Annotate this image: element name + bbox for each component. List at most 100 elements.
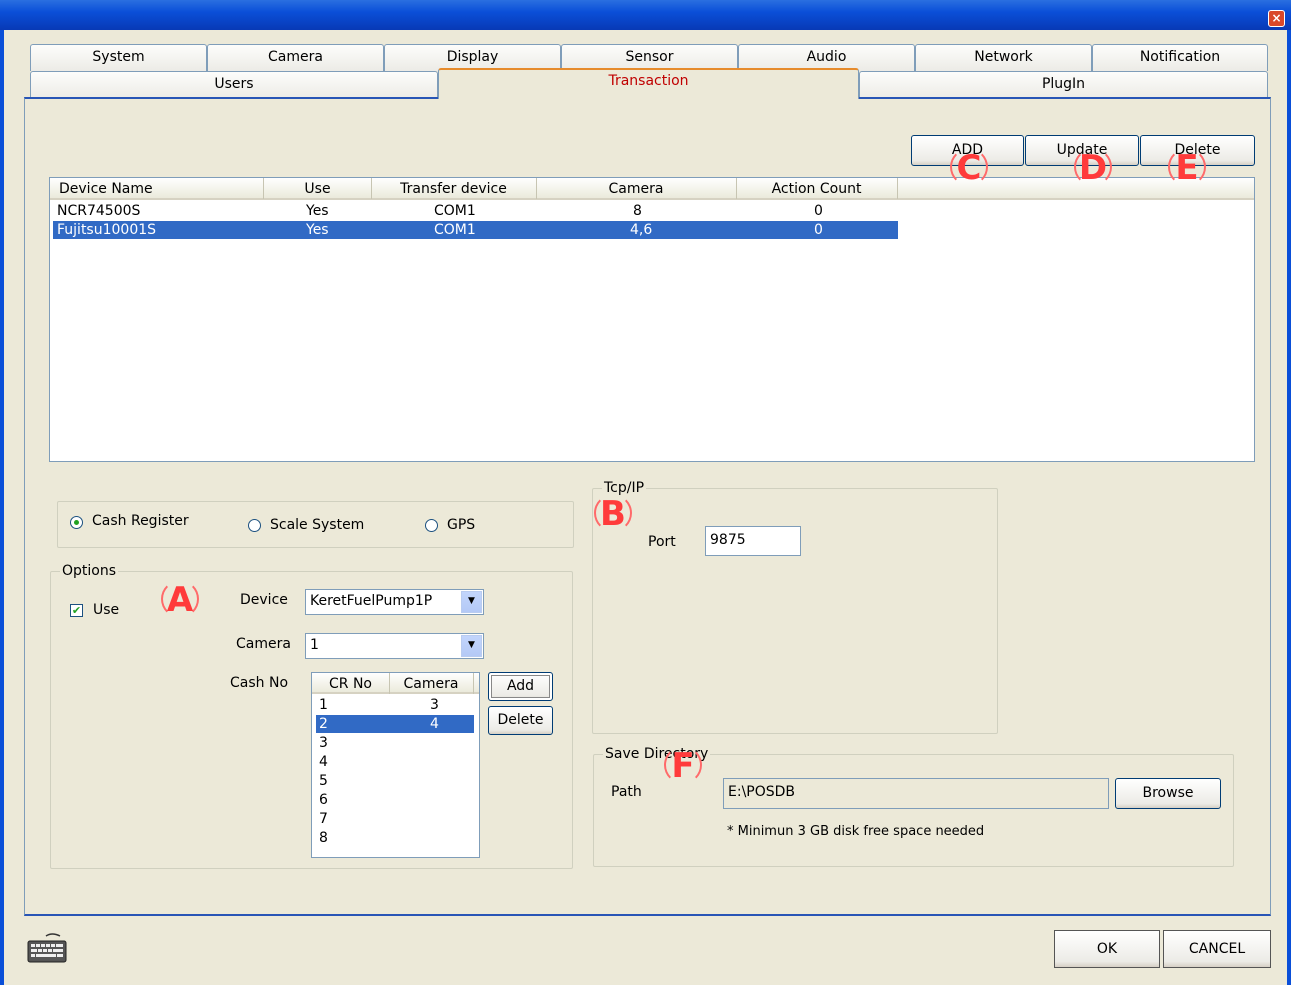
cancel-button[interactable]: CANCEL xyxy=(1163,930,1271,968)
device-select-value: KeretFuelPump1P xyxy=(310,593,433,609)
tab-label: System xyxy=(92,49,145,65)
col-transfer-device[interactable]: Transfer device xyxy=(371,178,537,199)
close-icon: × xyxy=(1271,11,1282,25)
tab-label: Notification xyxy=(1139,49,1221,65)
list-item[interactable]: 4 xyxy=(316,753,474,771)
device-select[interactable]: KeretFuelPump1P ▼ xyxy=(305,589,484,615)
cell-use: Yes xyxy=(306,222,329,238)
tab-label: Network xyxy=(974,49,1033,65)
col-cr-no[interactable]: CR No xyxy=(312,673,390,694)
port-input[interactable]: 9875 xyxy=(705,526,801,556)
table-row[interactable]: NCR74500S Yes COM1 8 0 xyxy=(53,202,898,220)
cash-no-list[interactable]: CR No Camera 13 24 3 4 5 6 7 8 xyxy=(311,672,480,858)
list-item[interactable]: 3 xyxy=(316,734,474,752)
ok-button[interactable]: OK xyxy=(1054,930,1160,968)
cell-transfer: COM1 xyxy=(434,222,476,238)
chevron-down-icon[interactable]: ▼ xyxy=(461,591,482,613)
list-item[interactable]: 6 xyxy=(316,791,474,809)
cell-camera: 3 xyxy=(430,697,439,713)
cell-cr-no: 8 xyxy=(319,830,328,846)
use-label[interactable]: Use xyxy=(93,602,119,618)
cell-camera: 4,6 xyxy=(630,222,653,238)
col-use[interactable]: Use xyxy=(264,178,372,199)
cell-cr-no: 3 xyxy=(319,735,328,751)
use-checkbox[interactable]: ✔ xyxy=(70,604,83,617)
camera-label: Camera xyxy=(236,636,291,652)
radio-gps-label[interactable]: GPS xyxy=(447,517,475,533)
tab-camera[interactable]: Camera xyxy=(207,44,384,71)
cell-camera: 8 xyxy=(633,203,642,219)
button-label: CANCEL xyxy=(1188,941,1246,957)
camera-select[interactable]: 1 ▼ xyxy=(305,633,484,659)
tab-label: Sensor xyxy=(625,49,674,65)
tab-sensor[interactable]: Sensor xyxy=(561,44,738,71)
cell-use: Yes xyxy=(306,203,329,219)
list-item[interactable]: 13 xyxy=(316,696,474,714)
device-list-header: Device Name Use Transfer device Camera A… xyxy=(50,178,1254,200)
cell-device-name: Fujitsu10001S xyxy=(57,222,157,238)
tab-system[interactable]: System xyxy=(30,44,207,71)
annotation-marker-b: B xyxy=(594,494,632,532)
list-item[interactable]: 5 xyxy=(316,772,474,790)
disk-space-note: * Minimun 3 GB disk free space needed xyxy=(727,824,985,839)
tab-display[interactable]: Display xyxy=(384,44,561,71)
annotation-marker-e: E xyxy=(1168,148,1206,186)
tab-plugin[interactable]: PlugIn xyxy=(859,71,1268,98)
cell-camera: 4 xyxy=(430,716,439,732)
tab-network[interactable]: Network xyxy=(915,44,1092,71)
cell-cr-no: 6 xyxy=(319,792,328,808)
radio-scale-system-label[interactable]: Scale System xyxy=(270,517,364,533)
tab-label: Camera xyxy=(268,49,323,65)
camera-select-value: 1 xyxy=(310,637,319,653)
tab-notification[interactable]: Notification xyxy=(1092,44,1268,71)
tab-transaction[interactable]: Transaction xyxy=(438,68,859,99)
port-label: Port xyxy=(648,534,676,550)
tab-label: Transaction xyxy=(608,73,689,89)
tab-label: Users xyxy=(214,76,254,92)
tab-label: Audio xyxy=(806,49,847,65)
button-label: Add xyxy=(506,678,535,694)
cell-cr-no: 7 xyxy=(319,811,328,827)
radio-gps[interactable] xyxy=(425,519,438,532)
radio-cash-register-label[interactable]: Cash Register xyxy=(92,513,189,529)
chevron-down-icon[interactable]: ▼ xyxy=(461,635,482,657)
radio-scale-system[interactable] xyxy=(248,519,261,532)
cash-add-button[interactable]: Add xyxy=(488,672,553,701)
list-item[interactable]: 7 xyxy=(316,810,474,828)
cash-delete-button[interactable]: Delete xyxy=(488,706,553,735)
list-item[interactable]: 8 xyxy=(316,829,474,847)
path-field[interactable]: E:\POSDB xyxy=(723,778,1109,809)
cell-action-count: 0 xyxy=(814,222,823,238)
col-action-count[interactable]: Action Count xyxy=(736,178,898,199)
col-camera[interactable]: Camera xyxy=(389,673,474,694)
col-camera[interactable]: Camera xyxy=(536,178,737,199)
keyboard-icon[interactable] xyxy=(26,932,68,964)
button-label: OK xyxy=(1096,941,1118,957)
cell-action-count: 0 xyxy=(814,203,823,219)
annotation-marker-a: A xyxy=(161,580,199,618)
col-device-name[interactable]: Device Name xyxy=(50,178,264,199)
title-bar xyxy=(0,0,1291,30)
button-label: Delete xyxy=(497,712,544,728)
close-button[interactable]: × xyxy=(1268,10,1285,27)
cell-cr-no: 2 xyxy=(319,716,328,732)
button-label: Browse xyxy=(1142,785,1194,801)
cash-no-header: CR No Camera xyxy=(312,673,479,694)
table-row-selected[interactable]: Fujitsu10001S Yes COM1 4,6 0 xyxy=(53,221,898,239)
browse-button[interactable]: Browse xyxy=(1115,778,1221,809)
cash-no-label: Cash No xyxy=(230,675,289,691)
device-list[interactable]: Device Name Use Transfer device Camera A… xyxy=(49,177,1255,462)
radio-cash-register[interactable] xyxy=(70,516,83,529)
cell-cr-no: 4 xyxy=(319,754,328,770)
cell-cr-no: 5 xyxy=(319,773,328,789)
device-label: Device xyxy=(240,592,288,608)
path-label: Path xyxy=(611,784,642,800)
annotation-marker-f: F xyxy=(664,746,702,784)
tab-audio[interactable]: Audio xyxy=(738,44,915,71)
cell-cr-no: 1 xyxy=(319,697,328,713)
options-legend: Options xyxy=(60,563,119,579)
list-item-selected[interactable]: 24 xyxy=(316,715,474,733)
annotation-marker-d: D xyxy=(1074,148,1112,186)
tab-users[interactable]: Users xyxy=(30,71,438,98)
tab-label: Display xyxy=(446,49,499,65)
